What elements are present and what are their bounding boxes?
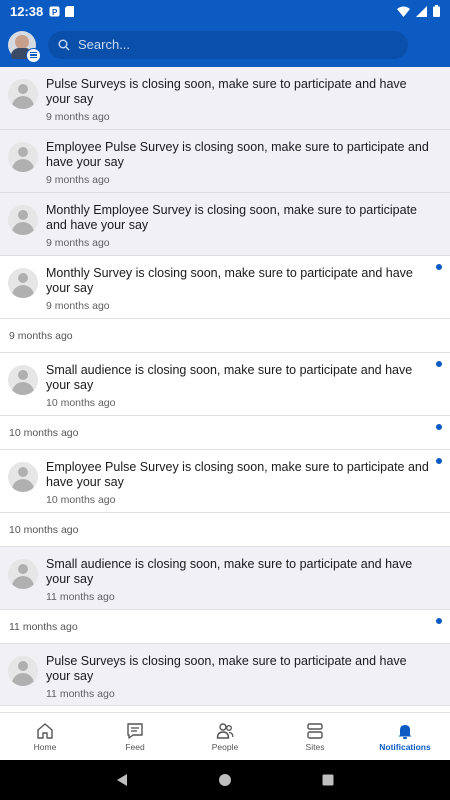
search-icon xyxy=(58,39,70,50)
default-avatar-icon xyxy=(8,268,38,298)
sd-card-icon xyxy=(65,5,75,17)
unread-dot-icon xyxy=(436,458,442,464)
nav-feed-label: Feed xyxy=(125,741,145,752)
notification-message: Small audience is closing soon, make sur… xyxy=(46,557,413,586)
default-avatar-icon xyxy=(8,142,38,172)
status-bar: 12:38 P xyxy=(0,0,450,22)
default-avatar-icon xyxy=(8,656,38,686)
people-icon xyxy=(216,722,234,739)
notification-timestamp: 11 months ago xyxy=(46,591,115,603)
battery-icon xyxy=(433,5,440,17)
nav-home[interactable]: Home xyxy=(0,713,90,760)
time-group-row: 10 months ago xyxy=(0,513,450,547)
notification-timestamp: 10 months ago xyxy=(46,397,116,409)
default-avatar-icon xyxy=(8,365,38,395)
menu-icon[interactable] xyxy=(26,47,41,63)
svg-text:P: P xyxy=(52,8,58,17)
notification-timestamp: 10 months ago xyxy=(46,494,116,506)
unread-dot-icon xyxy=(436,361,442,367)
notification-item[interactable]: Monthly Survey is closing soon, make sur… xyxy=(0,256,450,319)
notification-item[interactable]: Small audience is closing soon, make sur… xyxy=(0,353,450,416)
unread-dot-icon xyxy=(436,264,442,270)
sites-icon xyxy=(307,722,323,739)
default-avatar-icon xyxy=(8,559,38,589)
time-group-label: 9 months ago xyxy=(9,329,73,342)
unread-dot-icon xyxy=(436,424,442,430)
notification-message: Monthly Employee Survey is closing soon,… xyxy=(46,203,418,232)
notification-list: Pulse Surveys is closing soon, make sure… xyxy=(0,67,450,712)
home-icon xyxy=(37,722,53,739)
notification-message: Small audience is closing soon, make sur… xyxy=(46,363,413,392)
notification-message: Employee Pulse Survey is closing soon, m… xyxy=(46,140,429,169)
time-group-label: 10 months ago xyxy=(9,426,79,439)
wifi-icon xyxy=(397,6,410,17)
bottom-nav: Home Feed People Sites Notifications xyxy=(0,712,450,760)
default-avatar-icon xyxy=(8,205,38,235)
notification-item[interactable]: Pulse Surveys is closing soon, make sure… xyxy=(0,67,450,130)
signal-icon xyxy=(416,5,427,17)
recents-icon[interactable] xyxy=(321,773,335,787)
nav-people[interactable]: People xyxy=(180,713,270,760)
nav-notifications[interactable]: Notifications xyxy=(360,713,450,760)
time-group-row: 10 months ago xyxy=(0,416,450,450)
app-notification-icon: P xyxy=(49,6,60,17)
default-avatar-icon xyxy=(8,79,38,109)
notification-message: Monthly Survey is closing soon, make sur… xyxy=(46,266,413,295)
time-group-row: 9 months ago xyxy=(0,319,450,353)
notification-timestamp: 9 months ago xyxy=(46,237,110,249)
notification-timestamp: 9 months ago xyxy=(46,111,110,123)
search-input[interactable] xyxy=(78,37,378,52)
time-group-row: 11 months ago xyxy=(0,610,450,644)
notification-item[interactable]: Small audience is closing soon, make sur… xyxy=(0,547,450,610)
notification-item[interactable]: Pulse Surveys is closing soon, make sure… xyxy=(0,644,450,706)
nav-sites[interactable]: Sites xyxy=(270,713,360,760)
nav-people-label: People xyxy=(211,741,239,752)
app-header xyxy=(0,22,450,67)
back-icon[interactable] xyxy=(115,773,129,787)
bell-icon xyxy=(398,724,412,739)
system-nav-bar xyxy=(0,760,450,800)
search-bar[interactable] xyxy=(48,30,408,59)
notification-timestamp: 9 months ago xyxy=(46,300,110,312)
unread-dot-icon xyxy=(436,618,442,624)
nav-feed[interactable]: Feed xyxy=(90,713,180,760)
notification-item[interactable]: Employee Pulse Survey is closing soon, m… xyxy=(0,450,450,513)
notification-item[interactable]: Employee Pulse Survey is closing soon, m… xyxy=(0,130,450,193)
notification-timestamp: 9 months ago xyxy=(46,174,110,186)
time-group-label: 11 months ago xyxy=(9,620,78,633)
time-group-label: 10 months ago xyxy=(9,523,79,536)
nav-notifications-label: Notifications xyxy=(379,741,431,752)
default-avatar-icon xyxy=(8,462,38,492)
nav-home-label: Home xyxy=(33,741,57,752)
home-circle-icon[interactable] xyxy=(218,773,232,787)
notification-message: Pulse Surveys is closing soon, make sure… xyxy=(46,77,407,106)
status-time: 12:38 xyxy=(10,3,44,19)
notification-timestamp: 11 months ago xyxy=(46,688,115,700)
notification-item[interactable]: Monthly Employee Survey is closing soon,… xyxy=(0,193,450,256)
notification-message: Employee Pulse Survey is closing soon, m… xyxy=(46,460,429,489)
feed-icon xyxy=(127,722,143,739)
user-avatar[interactable] xyxy=(8,30,41,63)
notification-message: Pulse Surveys is closing soon, make sure… xyxy=(46,654,407,683)
nav-sites-label: Sites xyxy=(305,741,325,752)
